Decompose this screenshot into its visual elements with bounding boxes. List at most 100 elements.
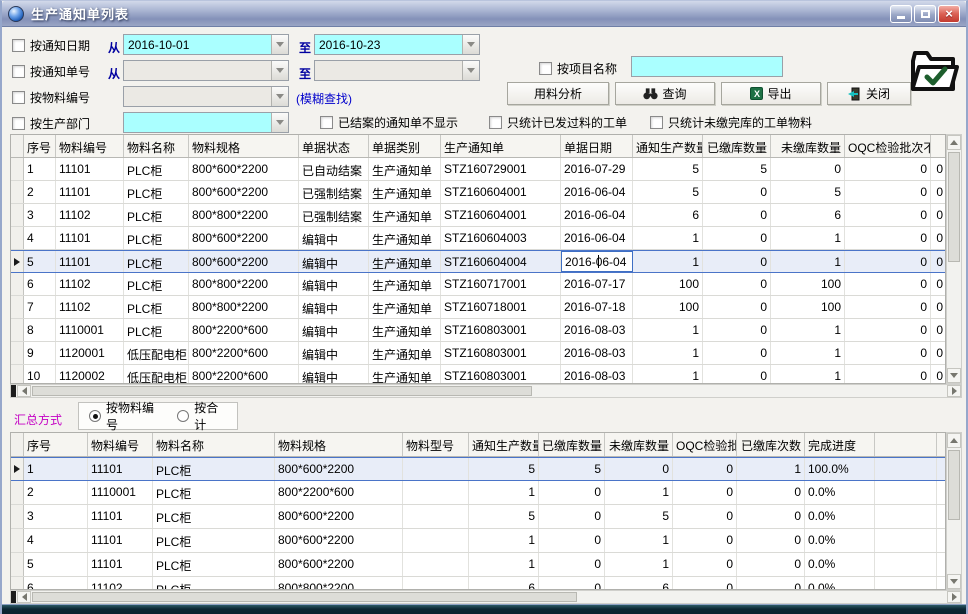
cell[interactable]: 生产通知单 [369, 319, 441, 341]
column-header[interactable]: OQC检验批次不 [845, 135, 931, 157]
cell[interactable]: 生产通知单 [369, 251, 441, 272]
cell[interactable]: PLC柜 [153, 553, 275, 576]
cell[interactable]: STZ160604001 [441, 181, 561, 203]
cell[interactable]: 0 [845, 273, 931, 295]
cell[interactable]: 800*600*2200 [189, 251, 299, 272]
cell[interactable]: 0 [931, 227, 945, 249]
column-header[interactable]: 物料编号 [88, 433, 153, 456]
cell[interactable]: 11101 [88, 553, 153, 576]
column-header[interactable]: 序号 [24, 433, 88, 456]
cell[interactable]: 1110001 [56, 319, 124, 341]
cell[interactable]: 2016-06-04 [561, 181, 633, 203]
splitter-grip[interactable] [11, 385, 16, 397]
cell[interactable]: 0 [737, 577, 805, 590]
dropdown-button[interactable] [271, 113, 288, 132]
cell[interactable]: 9 [24, 342, 56, 364]
cell[interactable]: 0 [931, 251, 945, 272]
cell[interactable]: 2016-07-17 [561, 273, 633, 295]
notify-no-from-combobox[interactable] [123, 60, 289, 81]
column-header[interactable]: OQC检验批次 [673, 433, 737, 456]
cell[interactable]: 0 [845, 365, 931, 384]
cell[interactable]: 0 [737, 553, 805, 576]
scroll-up-button[interactable] [947, 433, 961, 448]
cell[interactable]: 0.0% [805, 553, 875, 576]
close-form-button[interactable]: 关闭 [827, 82, 911, 105]
bottom-grid-horizontal-scrollbar[interactable] [10, 590, 962, 604]
cell[interactable]: 11101 [88, 529, 153, 552]
cell[interactable]: 0 [737, 505, 805, 528]
cell[interactable]: 3 [24, 505, 88, 528]
cell[interactable] [403, 505, 469, 528]
radio-by-material-no[interactable]: 按物料编号 [89, 399, 161, 433]
scroll-left-button[interactable] [17, 385, 31, 397]
scrollbar-thumb[interactable] [32, 592, 577, 602]
cell[interactable]: 1 [633, 365, 703, 384]
cell[interactable]: 0 [673, 577, 737, 590]
table-row[interactable]: 21110001PLC柜800*2200*600101000.0% [11, 481, 945, 505]
scroll-down-button[interactable] [947, 574, 961, 589]
cell[interactable]: 生产通知单 [369, 227, 441, 249]
column-header[interactable] [931, 135, 945, 157]
cell[interactable]: PLC柜 [153, 458, 275, 480]
table-row[interactable]: 311102PLC柜800*800*2200已强制结案生产通知单STZ16060… [11, 204, 945, 227]
cell[interactable]: 0 [931, 204, 945, 226]
column-header[interactable]: 物料名称 [124, 135, 189, 157]
table-row[interactable]: 411101PLC柜800*600*2200编辑中生产通知单STZ1606040… [11, 227, 945, 250]
cell[interactable]: 100 [633, 273, 703, 295]
cell[interactable]: 0 [931, 296, 945, 318]
maximize-button[interactable] [914, 5, 936, 23]
cell[interactable]: 800*800*2200 [189, 204, 299, 226]
cell[interactable]: 编辑中 [299, 365, 369, 384]
cell[interactable]: 1 [771, 342, 845, 364]
cell[interactable] [875, 553, 937, 576]
column-header[interactable]: 未缴库数量 [605, 433, 673, 456]
table-row[interactable]: 611102PLC柜800*800*2200606000.0% [11, 577, 945, 590]
cell[interactable]: 6 [24, 273, 56, 295]
cell[interactable]: 0 [703, 273, 771, 295]
cell[interactable]: 1110001 [88, 481, 153, 504]
cell[interactable]: PLC柜 [124, 204, 189, 226]
column-header[interactable]: 单据状态 [299, 135, 369, 157]
cell[interactable]: 800*600*2200 [189, 158, 299, 180]
cell[interactable]: 0 [605, 458, 673, 480]
cell[interactable]: 0 [845, 251, 931, 272]
cell[interactable]: 0 [771, 158, 845, 180]
filter-by-notify-no-checkbox[interactable]: 按通知单号 [12, 63, 90, 80]
material-no-combobox[interactable] [123, 86, 289, 107]
column-header[interactable]: 物料规格 [189, 135, 299, 157]
cell[interactable]: 1 [633, 342, 703, 364]
cell[interactable]: 10 [24, 365, 56, 384]
cell[interactable]: 编辑中 [299, 319, 369, 341]
cell[interactable]: 编辑中 [299, 251, 369, 272]
dropdown-button[interactable] [462, 61, 479, 80]
minimize-button[interactable] [890, 5, 912, 23]
column-header[interactable]: 单据类别 [369, 135, 441, 157]
dept-combobox[interactable] [123, 112, 289, 133]
table-row[interactable]: 611102PLC柜800*800*2200编辑中生产通知单STZ1607170… [11, 273, 945, 296]
scroll-left-button[interactable] [17, 591, 31, 603]
cell[interactable]: 5 [605, 505, 673, 528]
cell[interactable]: 生产通知单 [369, 296, 441, 318]
cell[interactable]: 2016-07-18 [561, 296, 633, 318]
cell[interactable]: 1120001 [56, 342, 124, 364]
cell[interactable]: 800*600*2200 [189, 181, 299, 203]
radio-by-total[interactable]: 按合计 [177, 399, 227, 433]
table-row[interactable]: 81110001PLC柜800*2200*600编辑中生产通知单STZ16080… [11, 319, 945, 342]
column-header[interactable]: 序号 [24, 135, 56, 157]
dropdown-button[interactable] [271, 87, 288, 106]
cell[interactable]: 0 [703, 204, 771, 226]
cell[interactable]: PLC柜 [124, 181, 189, 203]
table-row[interactable]: 111101PLC柜800*600*2200已自动结案生产通知单STZ16072… [11, 158, 945, 181]
cell[interactable]: 800*600*2200 [189, 227, 299, 249]
column-header[interactable]: 通知生产数量 [633, 135, 703, 157]
cell[interactable]: 2016-07-29 [561, 158, 633, 180]
cell[interactable]: 6 [771, 204, 845, 226]
cell[interactable]: 1 [771, 319, 845, 341]
splitter-grip[interactable] [11, 591, 16, 603]
cell[interactable]: 0 [931, 181, 945, 203]
cell[interactable]: 生产通知单 [369, 365, 441, 384]
scrollbar-thumb[interactable] [32, 386, 532, 396]
cell[interactable]: 0 [737, 481, 805, 504]
table-row[interactable]: 101120002低压配电柜800*2200*600编辑中生产通知单STZ160… [11, 365, 945, 384]
cell[interactable]: 1 [469, 553, 539, 576]
